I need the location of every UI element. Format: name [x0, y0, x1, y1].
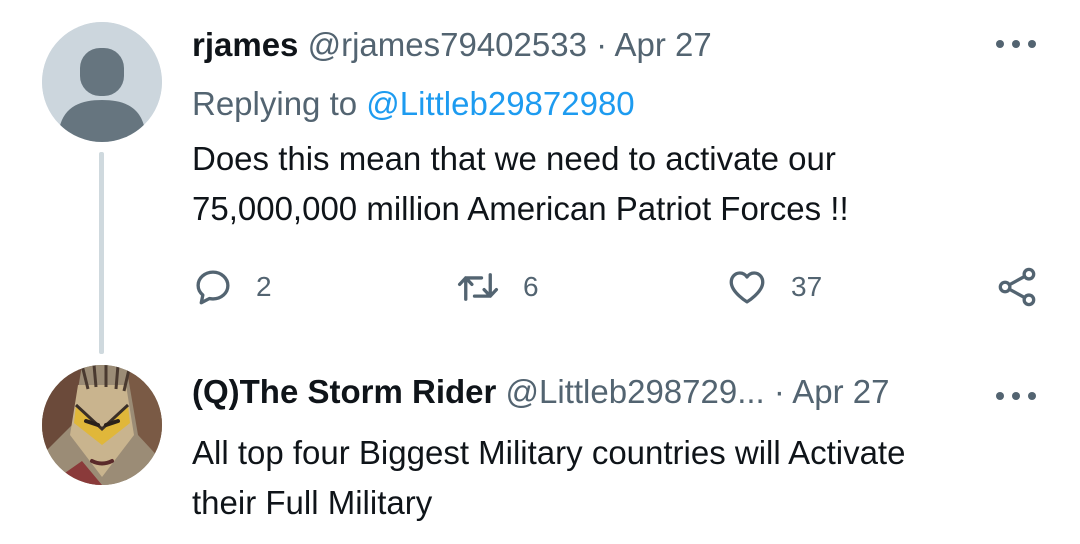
tweet[interactable]: (Q)The Storm Rider @Littleb298729... · A… [0, 355, 1080, 544]
mention-link[interactable]: @Littleb29872980 [366, 85, 634, 122]
reply-button[interactable]: 2 [192, 262, 272, 312]
tweet-text: All top four Biggest Military countries … [192, 428, 1032, 528]
share-icon [998, 267, 1036, 307]
tweet-text-line: All top four Biggest Military countries … [192, 434, 906, 471]
separator: · [596, 26, 608, 63]
like-icon [729, 271, 765, 304]
action-bar: 2 6 37 [0, 262, 1080, 312]
tweet-text-line: 75,000,000 million American Patriot Forc… [192, 190, 849, 227]
tweet[interactable]: rjames @rjames79402533 · Apr 27 Replying… [0, 0, 1080, 355]
retweet-icon [457, 273, 499, 301]
replying-prefix: Replying to [192, 85, 358, 122]
tweet-date[interactable]: Apr 27 [614, 26, 711, 63]
handle[interactable]: @Littleb298729... [506, 373, 765, 410]
more-icon[interactable] [996, 386, 1036, 406]
share-button[interactable] [995, 262, 1039, 312]
like-button[interactable]: 37 [725, 262, 822, 312]
display-name[interactable]: rjames [192, 26, 298, 63]
avatar[interactable] [42, 365, 162, 485]
painted-face-avatar [42, 365, 162, 485]
tweet-text-line: their Full Military [192, 484, 433, 521]
reply-icon [196, 270, 230, 305]
handle[interactable]: @rjames79402533 [308, 26, 587, 63]
thread-line [99, 152, 104, 354]
like-count: 37 [791, 271, 823, 302]
tweet-header: (Q)The Storm Rider @Littleb298729... · A… [192, 372, 889, 412]
tweet-text: Does this mean that we need to activate … [192, 134, 1032, 234]
tweet-text-line: Does this mean that we need to activate … [192, 140, 836, 177]
display-name[interactable]: (Q)The Storm Rider [192, 373, 496, 410]
reply-count: 2 [256, 271, 272, 302]
retweet-count: 6 [523, 271, 539, 302]
more-icon[interactable] [996, 34, 1036, 54]
tweet-date[interactable]: Apr 27 [792, 373, 889, 410]
retweet-button[interactable]: 6 [455, 262, 539, 312]
avatar[interactable] [42, 22, 162, 142]
replying-to: Replying to @Littleb29872980 [192, 84, 635, 124]
default-profile-icon [42, 22, 162, 142]
tweet-header: rjames @rjames79402533 · Apr 27 [192, 25, 712, 65]
separator: · [773, 373, 785, 410]
